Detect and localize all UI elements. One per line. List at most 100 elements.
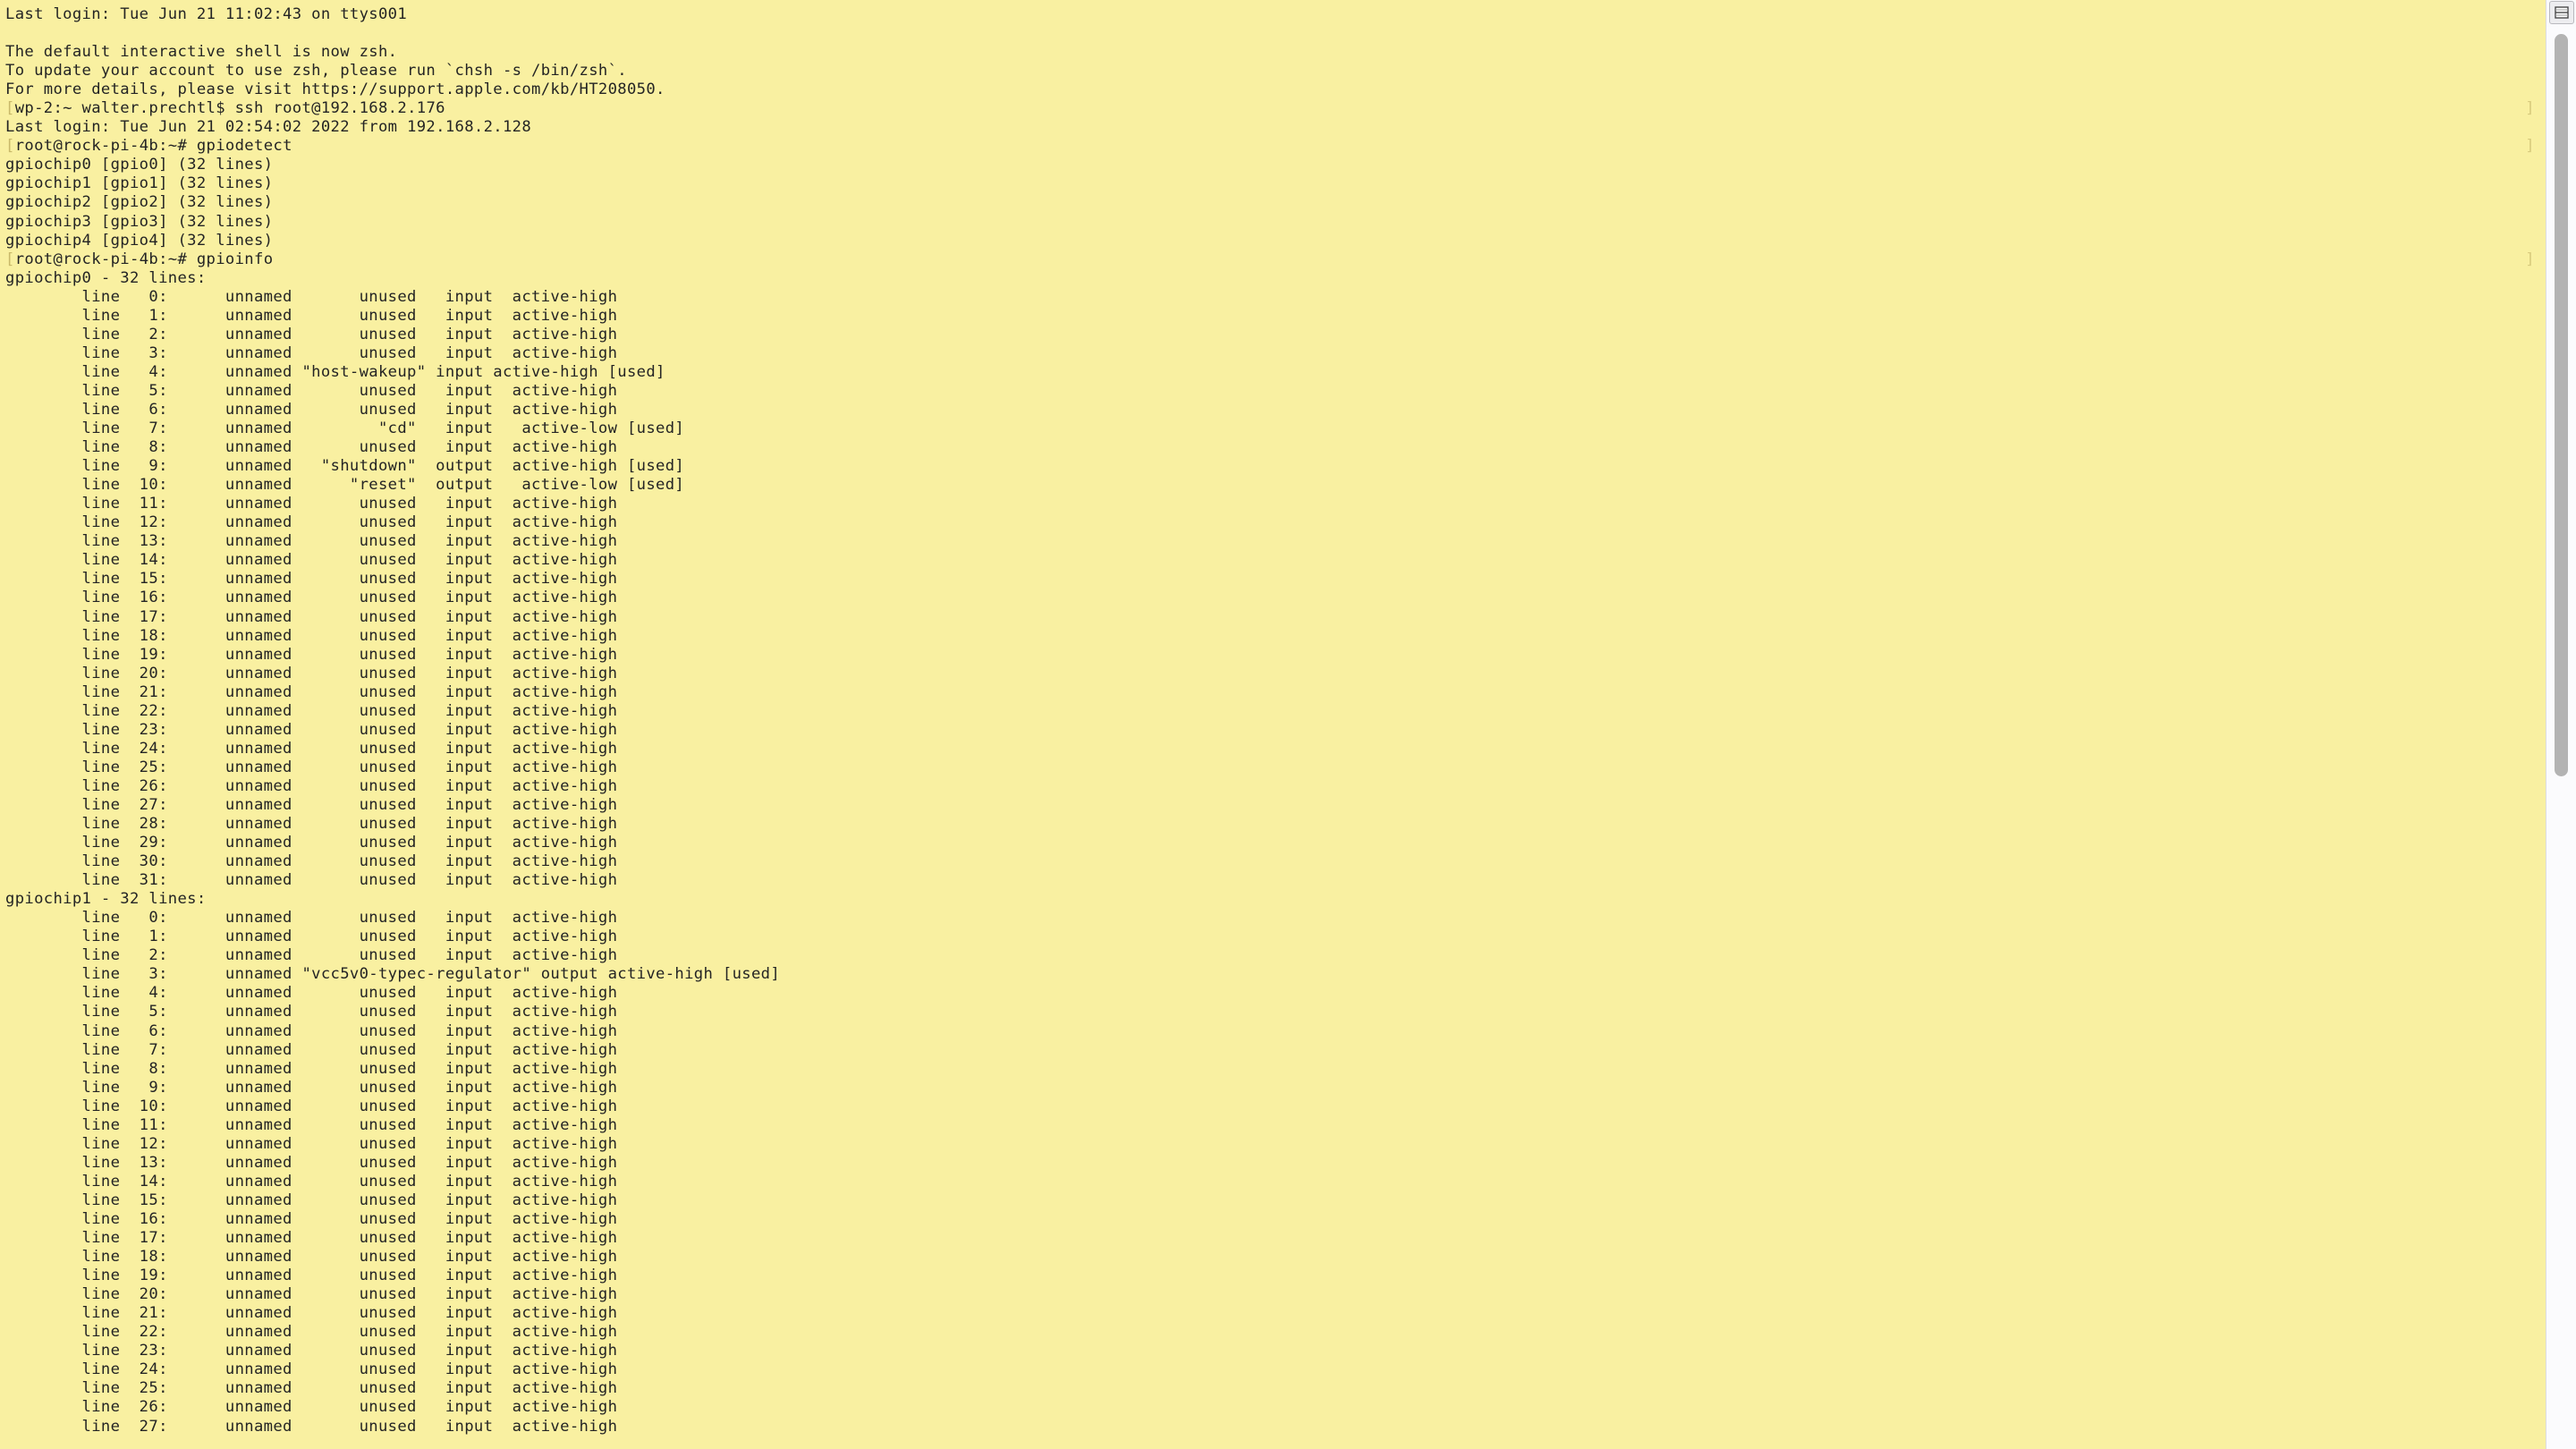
gpio-line-row: line 26: unnamed unused input active-hig… <box>5 1398 2546 1417</box>
terminal-line-text: line 22: unnamed unused input active-hig… <box>5 701 618 720</box>
gpio-line-row: line 7: unnamed unused input active-high <box>5 1041 2546 1060</box>
gpio-line-row: line 13: unnamed unused input active-hig… <box>5 532 2546 551</box>
gpiochip-entry: gpiochip2 [gpio2] (32 lines) <box>5 193 2546 212</box>
terminal-line-text: line 14: unnamed unused input active-hig… <box>5 551 618 570</box>
terminal-line-text: line 10: unnamed unused input active-hig… <box>5 1097 618 1115</box>
terminal-line-text: line 10: unnamed "reset" output active-l… <box>5 476 685 495</box>
terminal-line-text: line 16: unnamed unused input active-hig… <box>5 1210 618 1228</box>
gpio-line-row: line 16: unnamed unused input active-hig… <box>5 1210 2546 1229</box>
terminal-line-text: line 8: unnamed unused input active-high <box>5 438 618 457</box>
terminal-line-text: line 20: unnamed unused input active-hig… <box>5 664 618 682</box>
gpio-line-row: line 4: unnamed "host-wakeup" input acti… <box>5 363 2546 382</box>
terminal-line-text: line 0: unnamed unused input active-high <box>5 909 618 928</box>
gpio-line-row: line 31: unnamed unused input active-hig… <box>5 871 2546 890</box>
gpiochip-header: gpiochip1 - 32 lines: <box>5 890 2546 909</box>
gpio-line-row: line 22: unnamed unused input active-hig… <box>5 1323 2546 1342</box>
scrollbar-thumb[interactable] <box>2555 34 2568 776</box>
terminal-line-text: wp-2:~ walter.prechtl$ ssh root@192.168.… <box>14 99 445 118</box>
gpio-line-row: line 27: unnamed unused input active-hig… <box>5 796 2546 815</box>
terminal-line-text: line 1: unnamed unused input active-high <box>5 306 618 325</box>
terminal-line-text: line 15: unnamed unused input active-hig… <box>5 570 618 589</box>
gpio-line-row: line 20: unnamed unused input active-hig… <box>5 665 2546 683</box>
gpio-line-row: line 0: unnamed unused input active-high <box>5 909 2546 928</box>
terminal-line-text: line 3: unnamed "vcc5v0-typec-regulator"… <box>5 965 781 984</box>
terminal-line-text: line 30: unnamed unused input active-hig… <box>5 852 618 871</box>
terminal-line-text: line 3: unnamed unused input active-high <box>5 343 618 362</box>
gpiochip-entry: gpiochip3 [gpio3] (32 lines) <box>5 213 2546 232</box>
terminal-line-text: line 29: unnamed unused input active-hig… <box>5 834 618 852</box>
terminal-line-text: line 1: unnamed unused input active-high <box>5 928 618 946</box>
terminal-line-text: line 5: unnamed unused input active-high <box>5 1003 618 1021</box>
terminal-line-text: line 9: unnamed "shutdown" output active… <box>5 457 685 476</box>
terminal-line-text: line 23: unnamed unused input active-hig… <box>5 1342 618 1360</box>
terminal-line-text: line 21: unnamed unused input active-hig… <box>5 682 618 701</box>
terminal-line-text: For more details, please visit https://s… <box>5 80 665 99</box>
gpio-line-row: line 0: unnamed unused input active-high <box>5 288 2546 307</box>
remote-prompt-gpioinfo: [root@rock-pi-4b:~# gpioinfo] <box>5 250 2546 269</box>
gpio-line-row: line 1: unnamed unused input active-high <box>5 928 2546 946</box>
terminal-line-text: gpiochip3 [gpio3] (32 lines) <box>5 212 274 231</box>
terminal-screen[interactable]: Last login: Tue Jun 21 11:02:43 on ttys0… <box>0 0 2546 1449</box>
zsh-notice-line: The default interactive shell is now zsh… <box>5 43 2546 62</box>
terminal-line-text: gpiochip0 [gpio0] (32 lines) <box>5 156 274 174</box>
prompt-start-mark: [ <box>5 137 15 156</box>
terminal-line-text: line 11: unnamed unused input active-hig… <box>5 1115 618 1134</box>
split-pane-icon[interactable] <box>2549 1 2574 24</box>
terminal-line-text: line 31: unnamed unused input active-hig… <box>5 871 618 890</box>
terminal-line-text: line 11: unnamed unused input active-hig… <box>5 495 618 513</box>
gpio-line-row: line 23: unnamed unused input active-hig… <box>5 1342 2546 1360</box>
terminal-line-text: line 18: unnamed unused input active-hig… <box>5 626 618 645</box>
gpio-line-row: line 4: unnamed unused input active-high <box>5 984 2546 1003</box>
terminal-line-text: gpiochip1 - 32 lines: <box>5 890 207 909</box>
gpio-line-row: line 16: unnamed unused input active-hig… <box>5 589 2546 607</box>
gpio-line-row: line 2: unnamed unused input active-high <box>5 326 2546 344</box>
terminal-line-text: line 24: unnamed unused input active-hig… <box>5 1360 618 1379</box>
zsh-notice-line: To update your account to use zsh, pleas… <box>5 62 2546 80</box>
terminal-line-text: gpiochip4 [gpio4] (32 lines) <box>5 231 274 250</box>
terminal-line-text: line 24: unnamed unused input active-hig… <box>5 739 618 758</box>
terminal-line-text: line 13: unnamed unused input active-hig… <box>5 1153 618 1172</box>
gpio-line-row: line 10: unnamed "reset" output active-l… <box>5 476 2546 495</box>
gpio-line-row: line 3: unnamed unused input active-high <box>5 344 2546 363</box>
terminal-line-text: line 12: unnamed unused input active-hig… <box>5 513 618 532</box>
terminal-line-text: line 7: unnamed "cd" input active-low [u… <box>5 419 685 438</box>
gpio-line-row: line 19: unnamed unused input active-hig… <box>5 646 2546 665</box>
terminal-line-text: line 26: unnamed unused input active-hig… <box>5 1398 618 1417</box>
gpio-line-row: line 17: unnamed unused input active-hig… <box>5 1229 2546 1248</box>
gpio-line-row: line 18: unnamed unused input active-hig… <box>5 627 2546 646</box>
gpio-line-row: line 13: unnamed unused input active-hig… <box>5 1154 2546 1173</box>
terminal-line-text: line 25: unnamed unused input active-hig… <box>5 1379 618 1398</box>
terminal-line-text: Last login: Tue Jun 21 02:54:02 2022 fro… <box>5 118 532 137</box>
gpio-line-row: line 14: unnamed unused input active-hig… <box>5 551 2546 570</box>
login-line: Last login: Tue Jun 21 11:02:43 on ttys0… <box>5 5 2546 24</box>
terminal-line-text: line 6: unnamed unused input active-high <box>5 400 618 419</box>
gpiochip-entry: gpiochip0 [gpio0] (32 lines) <box>5 156 2546 174</box>
terminal-line-text: line 25: unnamed unused input active-hig… <box>5 758 618 776</box>
gpio-line-row: line 11: unnamed unused input active-hig… <box>5 1116 2546 1135</box>
gpio-line-row: line 8: unnamed unused input active-high <box>5 1060 2546 1079</box>
terminal-line-text: line 26: unnamed unused input active-hig… <box>5 776 618 795</box>
terminal-line-text: line 0: unnamed unused input active-high <box>5 287 618 306</box>
gpio-line-row: line 11: unnamed unused input active-hig… <box>5 495 2546 513</box>
terminal-line-text: root@rock-pi-4b:~# gpioinfo <box>14 250 274 268</box>
terminal-line-text: line 16: unnamed unused input active-hig… <box>5 589 618 607</box>
gpio-line-row: line 29: unnamed unused input active-hig… <box>5 834 2546 852</box>
terminal-line-text: To update your account to use zsh, pleas… <box>5 62 627 80</box>
vertical-scrollbar[interactable] <box>2546 0 2576 1449</box>
prompt-end-mark: ] <box>2525 250 2535 268</box>
gpio-line-row: line 27: unnamed unused input active-hig… <box>5 1418 2546 1436</box>
terminal-line-text: line 4: unnamed "host-wakeup" input acti… <box>5 362 665 381</box>
prompt-end-mark: ] <box>2525 137 2535 156</box>
terminal-line-text: line 20: unnamed unused input active-hig… <box>5 1285 618 1304</box>
terminal-window: Last login: Tue Jun 21 11:02:43 on ttys0… <box>0 0 2576 1449</box>
gpio-line-row: line 12: unnamed unused input active-hig… <box>5 513 2546 532</box>
gpio-line-row: line 9: unnamed "shutdown" output active… <box>5 457 2546 476</box>
terminal-line-text: root@rock-pi-4b:~# gpiodetect <box>14 137 292 156</box>
gpio-line-row: line 5: unnamed unused input active-high <box>5 1003 2546 1021</box>
terminal-line-text: line 5: unnamed unused input active-high <box>5 381 618 400</box>
gpio-line-row: line 5: unnamed unused input active-high <box>5 382 2546 401</box>
gpio-line-row: line 10: unnamed unused input active-hig… <box>5 1097 2546 1116</box>
gpio-line-row: line 3: unnamed "vcc5v0-typec-regulator"… <box>5 965 2546 984</box>
gpio-line-row: line 15: unnamed unused input active-hig… <box>5 1191 2546 1210</box>
